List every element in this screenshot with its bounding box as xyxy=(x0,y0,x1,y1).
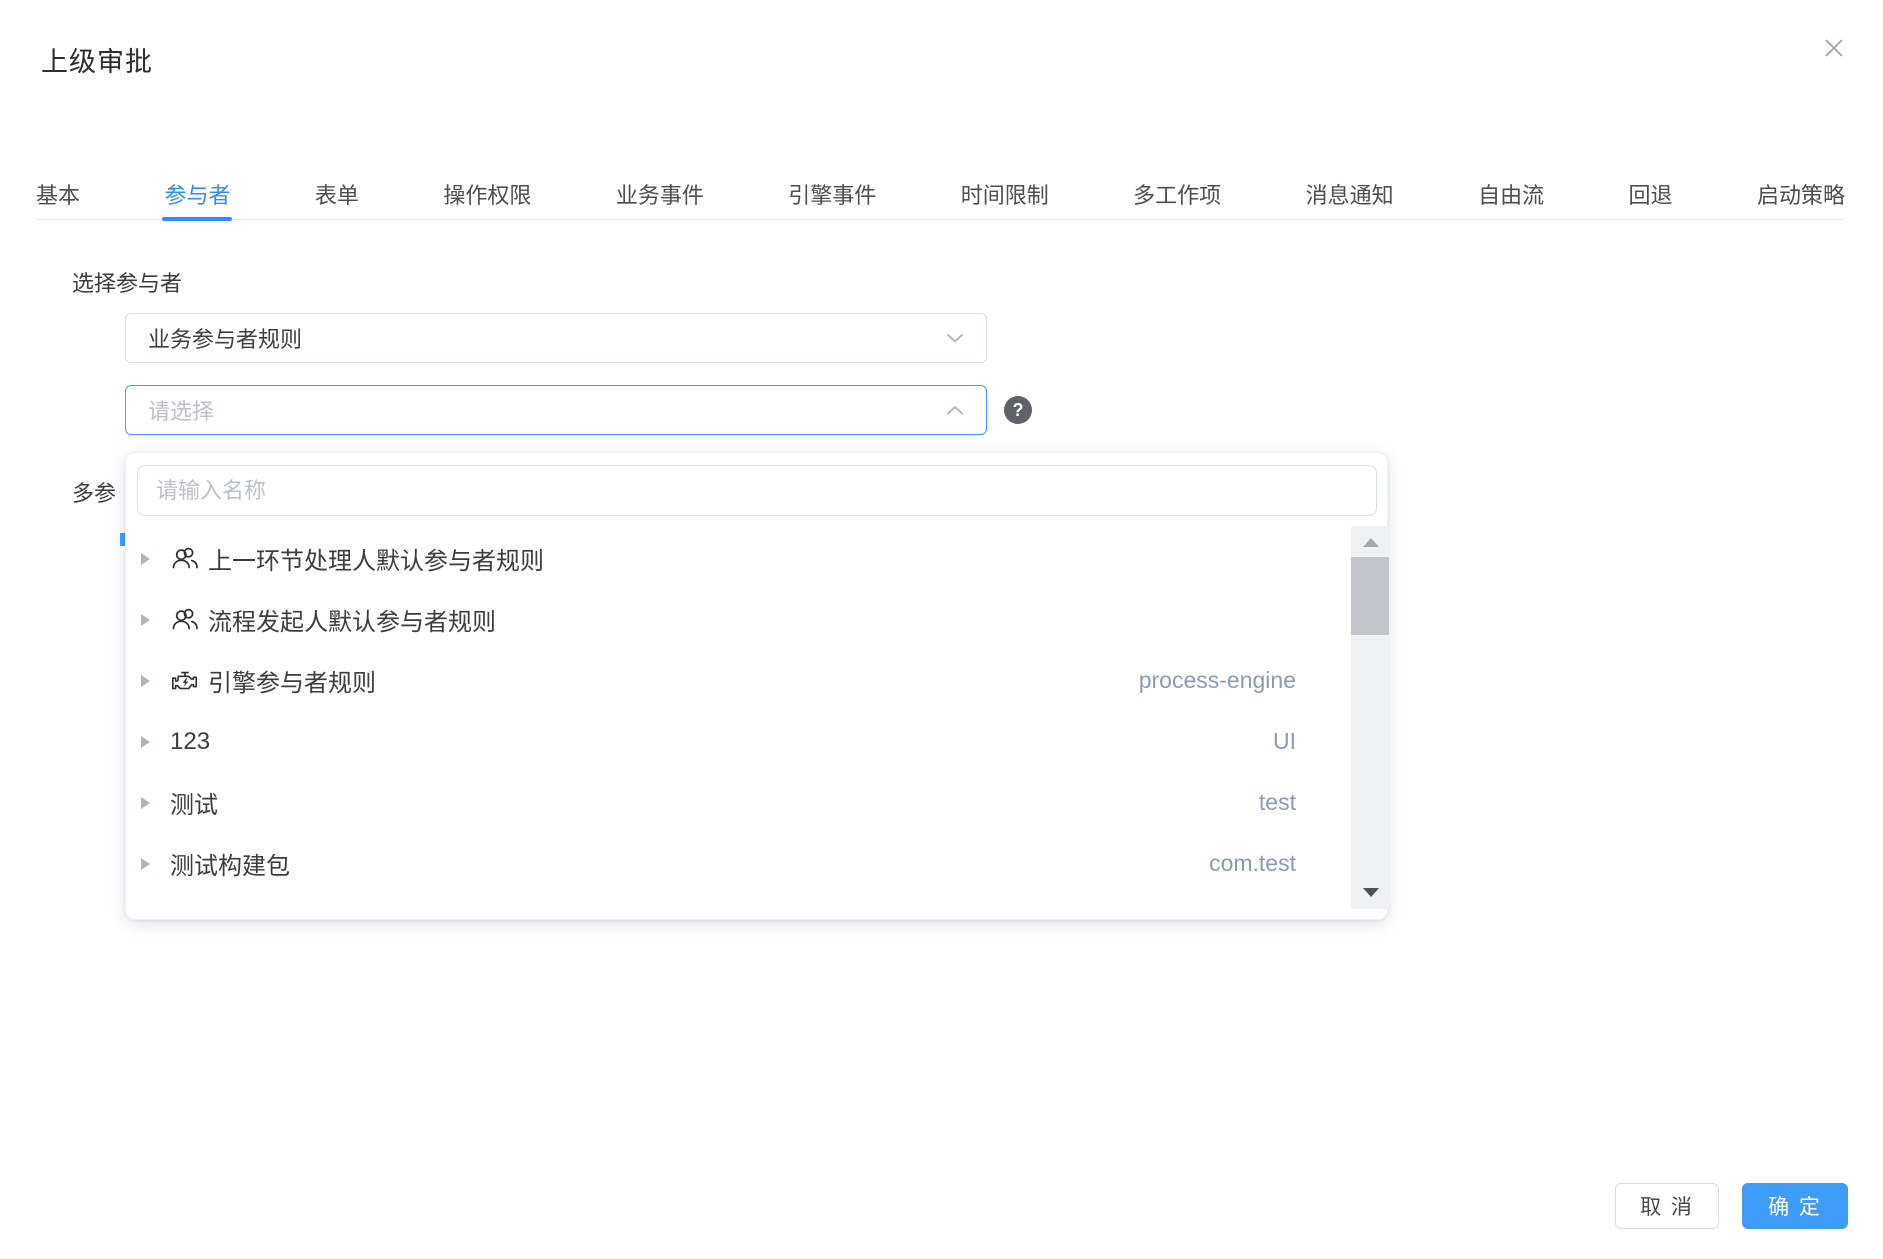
participant-rule-type-select[interactable]: 业务参与者规则 xyxy=(125,313,987,363)
tab-bar: 基本 参与者 表单 操作权限 业务事件 引擎事件 时间限制 多工作项 消息通知 … xyxy=(36,168,1845,220)
tree-node-row[interactable]: 123 UI xyxy=(126,711,1387,772)
scroll-down-icon[interactable] xyxy=(1363,888,1379,897)
select-placeholder: 请选择 xyxy=(148,394,214,426)
expand-caret-icon[interactable] xyxy=(141,797,150,809)
tab-basic[interactable]: 基本 xyxy=(36,168,80,219)
multi-participant-label: 多参 xyxy=(72,476,116,508)
participant-rule-select[interactable]: 请选择 xyxy=(125,385,987,435)
rule-search-input[interactable] xyxy=(137,465,1377,516)
tab-engine-events[interactable]: 引擎事件 xyxy=(788,168,876,219)
expand-caret-icon[interactable] xyxy=(141,614,150,626)
help-icon[interactable]: ? xyxy=(1004,396,1032,424)
package-tag: com.test xyxy=(1209,850,1296,877)
rule-label: 测试构建包 xyxy=(170,846,290,881)
expand-caret-icon[interactable] xyxy=(141,553,150,565)
select-value: 业务参与者规则 xyxy=(148,322,302,354)
scroll-up-icon[interactable] xyxy=(1363,538,1379,547)
dialog-title: 上级审批 xyxy=(41,40,153,79)
confirm-button[interactable]: 确 定 xyxy=(1742,1183,1848,1229)
expand-caret-icon[interactable] xyxy=(141,858,150,870)
rule-label: 上一环节处理人默认参与者规则 xyxy=(208,541,544,576)
scrollbar-thumb[interactable] xyxy=(1351,557,1389,635)
expand-caret-icon[interactable] xyxy=(141,736,150,748)
rule-tree: 上一环节处理人默认参与者规则 流程发起人默认参与者规则 xyxy=(126,528,1387,894)
chevron-up-icon xyxy=(946,405,964,415)
tab-operation-permissions[interactable]: 操作权限 xyxy=(443,168,531,219)
rule-dropdown-panel: 上一环节处理人默认参与者规则 流程发起人默认参与者规则 xyxy=(125,452,1388,920)
users-icon xyxy=(170,606,200,633)
tree-node-row[interactable]: 上一环节处理人默认参与者规则 xyxy=(126,528,1387,589)
tab-participants[interactable]: 参与者 xyxy=(164,168,230,219)
tab-notifications[interactable]: 消息通知 xyxy=(1306,168,1394,219)
tree-node-row[interactable]: 测试 test xyxy=(126,772,1387,833)
tab-rollback[interactable]: 回退 xyxy=(1629,168,1673,219)
rule-label: 测试 xyxy=(170,785,218,820)
tab-start-strategy[interactable]: 启动策略 xyxy=(1757,168,1845,219)
expand-caret-icon[interactable] xyxy=(141,675,150,687)
tree-node-row[interactable]: 测试构建包 com.test xyxy=(126,833,1387,894)
tab-free-flow[interactable]: 自由流 xyxy=(1478,168,1544,219)
rule-label: 123 xyxy=(170,728,210,756)
section-label-select-participant: 选择参与者 xyxy=(72,266,182,298)
rule-label: 引擎参与者规则 xyxy=(208,663,376,698)
engine-icon xyxy=(170,667,200,694)
tab-form[interactable]: 表单 xyxy=(315,168,359,219)
cancel-button[interactable]: 取 消 xyxy=(1615,1183,1719,1229)
package-tag: test xyxy=(1259,789,1296,816)
tree-node-row[interactable]: 引擎参与者规则 process-engine xyxy=(126,650,1387,711)
tree-node-row[interactable]: 流程发起人默认参与者规则 xyxy=(126,589,1387,650)
package-tag: process-engine xyxy=(1139,667,1296,694)
close-icon[interactable] xyxy=(1816,30,1852,66)
approval-dialog: 上级审批 基本 参与者 表单 操作权限 业务事件 引擎事件 时间限制 多工作项 … xyxy=(0,0,1883,1259)
tab-business-events[interactable]: 业务事件 xyxy=(616,168,704,219)
chevron-down-icon xyxy=(946,333,964,343)
rule-label: 流程发起人默认参与者规则 xyxy=(208,602,496,637)
scrollbar[interactable] xyxy=(1351,526,1389,909)
package-tag: UI xyxy=(1273,728,1296,755)
users-icon xyxy=(170,545,200,572)
tab-multi-work-item[interactable]: 多工作项 xyxy=(1133,168,1221,219)
tab-time-limit[interactable]: 时间限制 xyxy=(961,168,1049,219)
